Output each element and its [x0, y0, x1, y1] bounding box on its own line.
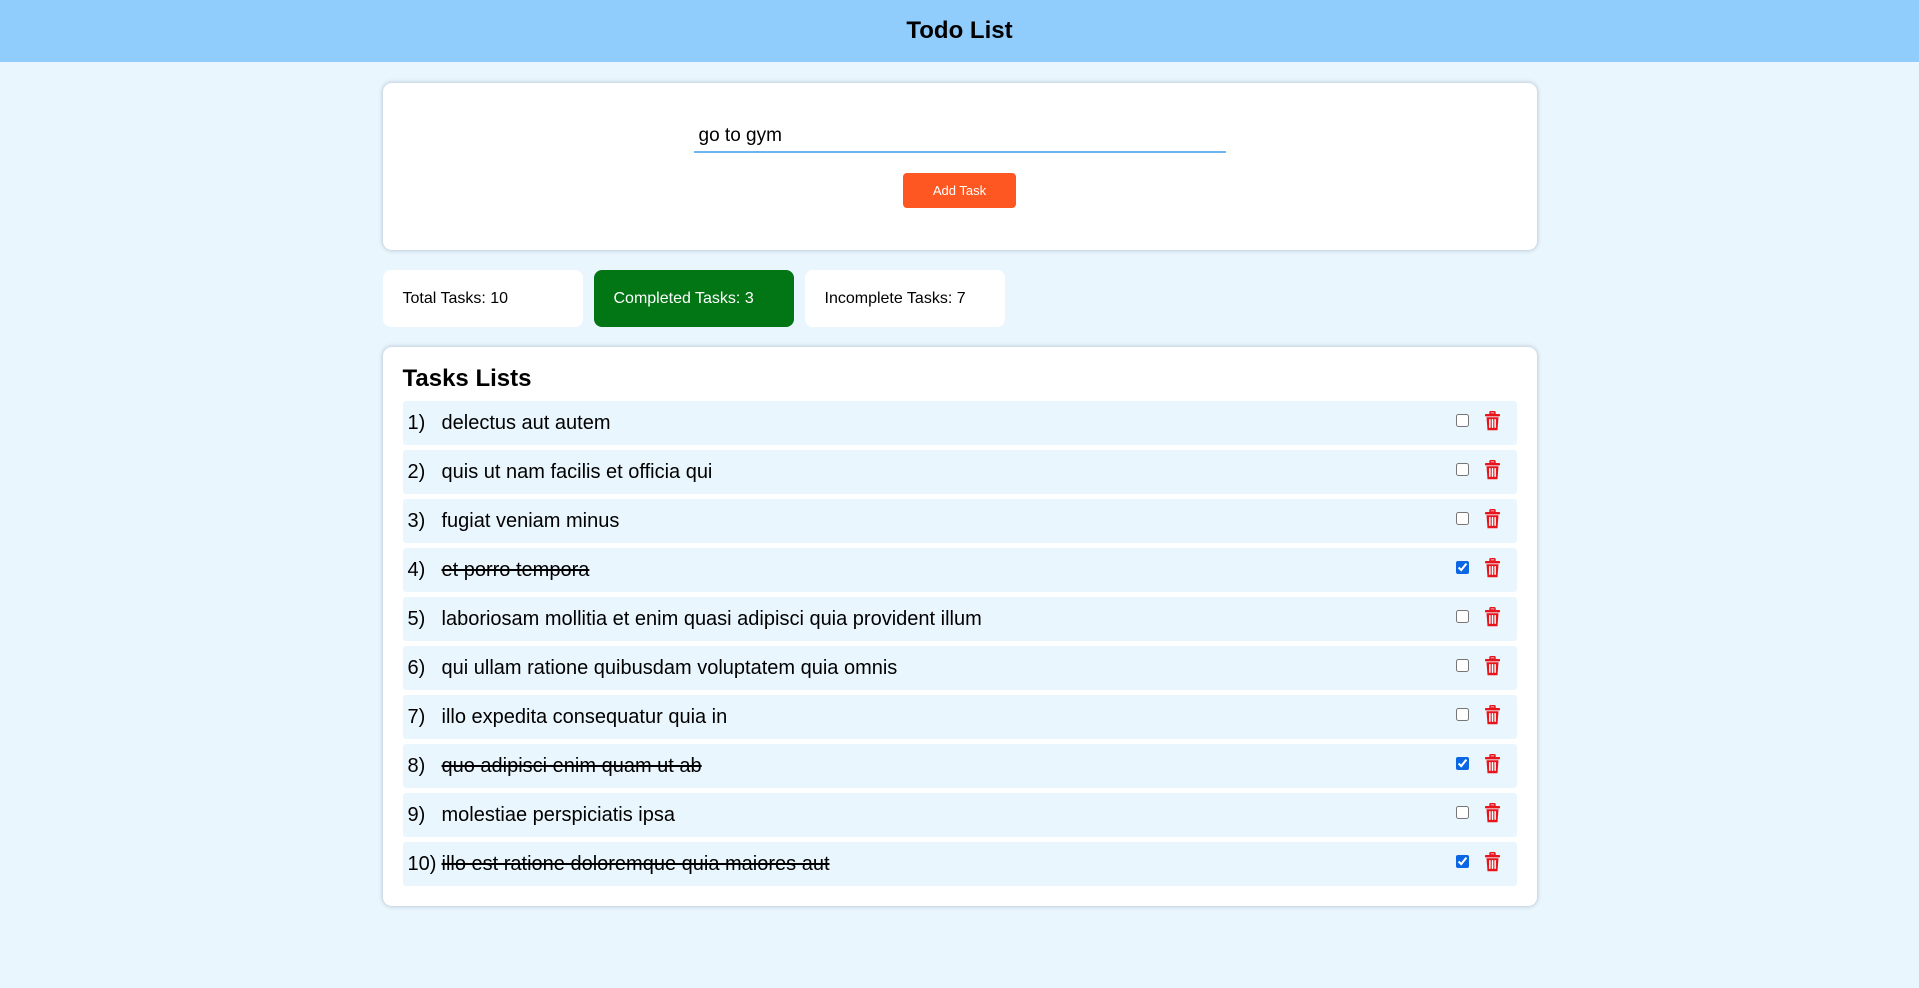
add-task-card: Add Task	[382, 83, 1537, 250]
task-text: illo expedita consequatur quia in	[441, 705, 728, 728]
task-row: 3) fugiat veniam minus	[402, 499, 1517, 543]
task-text: delectus aut autem	[441, 411, 611, 434]
task-text: qui ullam ratione quibusdam voluptatem q…	[441, 656, 898, 679]
task-text: quis ut nam facilis et officia qui	[441, 460, 713, 483]
task-text: illo est ratione doloremque quia maiores…	[441, 852, 830, 875]
task-row: 9) molestiae perspiciatis ipsa	[402, 793, 1517, 837]
main-container: Add Task Total Tasks: 10 Completed Tasks…	[382, 83, 1537, 906]
task-complete-checkbox[interactable]	[1455, 561, 1469, 574]
trash-icon[interactable]	[1484, 460, 1501, 480]
task-number: 7)	[407, 705, 426, 728]
task-number: 9)	[407, 803, 426, 826]
task-number: 10)	[407, 852, 437, 875]
trash-icon[interactable]	[1484, 803, 1501, 823]
task-text: fugiat veniam minus	[441, 509, 620, 532]
task-number: 3)	[407, 509, 426, 532]
task-text: molestiae perspiciatis ipsa	[441, 803, 675, 826]
trash-icon[interactable]	[1484, 558, 1501, 578]
trash-icon[interactable]	[1484, 411, 1501, 431]
task-complete-checkbox[interactable]	[1455, 806, 1469, 819]
task-complete-checkbox[interactable]	[1455, 463, 1469, 476]
completed-tasks-label: Completed Tasks: 3	[613, 289, 754, 307]
task-complete-checkbox[interactable]	[1455, 414, 1469, 427]
incomplete-tasks-label: Incomplete Tasks: 7	[824, 289, 966, 307]
task-number: 6)	[407, 656, 426, 679]
add-task-button[interactable]: Add Task	[903, 173, 1016, 208]
trash-icon[interactable]	[1484, 852, 1501, 872]
total-tasks-label: Total Tasks: 10	[402, 289, 509, 307]
incomplete-tasks-badge[interactable]: Incomplete Tasks: 7	[804, 270, 1005, 327]
task-number: 2)	[407, 460, 426, 483]
task-complete-checkbox[interactable]	[1455, 708, 1469, 721]
app-header: Todo List	[0, 0, 1919, 62]
task-text: et porro tempora	[441, 558, 590, 581]
task-row: 1) delectus aut autem	[402, 401, 1517, 445]
task-complete-checkbox[interactable]	[1455, 659, 1469, 672]
task-row: 8) quo adipisci enim quam ut ab	[402, 744, 1517, 788]
task-row: 5) laboriosam mollitia et enim quasi adi…	[402, 597, 1517, 641]
task-complete-checkbox[interactable]	[1455, 512, 1469, 525]
task-stats: Total Tasks: 10 Completed Tasks: 3 Incom…	[382, 270, 1537, 327]
task-input[interactable]	[693, 121, 1226, 153]
trash-icon[interactable]	[1484, 607, 1501, 627]
task-list: 1) delectus aut autem 2) quis ut nam fac…	[402, 401, 1517, 886]
task-row: 10) illo est ratione doloremque quia mai…	[402, 842, 1517, 886]
task-row: 4) et porro tempora	[402, 548, 1517, 592]
task-row: 6) qui ullam ratione quibusdam voluptate…	[402, 646, 1517, 690]
tasks-list-title: Tasks Lists	[402, 365, 532, 392]
task-number: 1)	[407, 411, 426, 434]
tasks-list-card: Tasks Lists 1) delectus aut autem 2) qui…	[382, 347, 1537, 906]
task-text: quo adipisci enim quam ut ab	[441, 754, 702, 777]
task-row: 2) quis ut nam facilis et officia qui	[402, 450, 1517, 494]
trash-icon[interactable]	[1484, 754, 1501, 774]
trash-icon[interactable]	[1484, 656, 1501, 676]
task-number: 8)	[407, 754, 426, 777]
trash-icon[interactable]	[1484, 509, 1501, 529]
task-row: 7) illo expedita consequatur quia in	[402, 695, 1517, 739]
app-title: Todo List	[906, 17, 1013, 44]
task-complete-checkbox[interactable]	[1455, 855, 1469, 868]
task-text: laboriosam mollitia et enim quasi adipis…	[441, 607, 982, 630]
task-complete-checkbox[interactable]	[1455, 610, 1469, 623]
completed-tasks-badge[interactable]: Completed Tasks: 3	[593, 270, 794, 327]
total-tasks-badge: Total Tasks: 10	[382, 270, 583, 327]
task-number: 5)	[407, 607, 426, 630]
task-complete-checkbox[interactable]	[1455, 757, 1469, 770]
task-number: 4)	[407, 558, 426, 581]
trash-icon[interactable]	[1484, 705, 1501, 725]
